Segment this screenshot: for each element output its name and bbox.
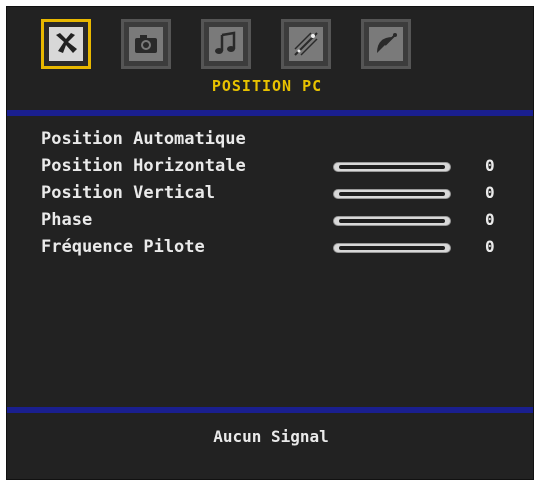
menu-item-label: Position Vertical: [41, 183, 215, 203]
sparkle-icon: [291, 29, 321, 59]
menu-item-label: Position Horizontale: [41, 156, 246, 176]
menu-item-frequence-pilote[interactable]: Fréquence Pilote 0: [37, 235, 517, 262]
status-message: Aucun Signal: [213, 427, 329, 446]
pilot-frequency-slider[interactable]: [333, 243, 451, 253]
satellite-dish-icon: [371, 29, 401, 59]
tab-picture-settings[interactable]: [41, 19, 91, 69]
horizontal-position-value: 0: [485, 156, 495, 175]
menu-item-label: Phase: [41, 210, 93, 230]
menu-item-position-horizontale[interactable]: Position Horizontale 0: [37, 154, 517, 181]
horizontal-position-slider[interactable]: [333, 162, 451, 172]
tab-features[interactable]: [281, 19, 331, 69]
bottom-divider: [7, 407, 533, 413]
vertical-position-slider[interactable]: [333, 189, 451, 199]
pilot-frequency-value: 0: [485, 237, 495, 256]
menu-item-phase[interactable]: Phase 0: [37, 208, 517, 235]
tab-camera[interactable]: [121, 19, 171, 69]
menu-title: POSITION PC: [211, 77, 323, 95]
vertical-position-value: 0: [485, 183, 495, 202]
phase-slider[interactable]: [333, 216, 451, 226]
osd-menu-window: POSITION PC Position Automatique Positio…: [6, 6, 534, 480]
music-note-icon: [211, 29, 241, 59]
picture-settings-icon: [51, 29, 81, 59]
menu-item-label: Fréquence Pilote: [41, 237, 205, 257]
tab-sound[interactable]: [201, 19, 251, 69]
phase-value: 0: [485, 210, 495, 229]
menu-item-position-vertical[interactable]: Position Vertical 0: [37, 181, 517, 208]
settings-list: Position Automatique Position Horizontal…: [37, 127, 517, 262]
category-tabs: [41, 19, 441, 75]
tab-installation[interactable]: [361, 19, 411, 69]
camera-icon: [131, 29, 161, 59]
top-divider: [7, 110, 533, 116]
menu-item-position-automatique[interactable]: Position Automatique: [37, 127, 517, 154]
menu-item-label: Position Automatique: [41, 129, 246, 149]
